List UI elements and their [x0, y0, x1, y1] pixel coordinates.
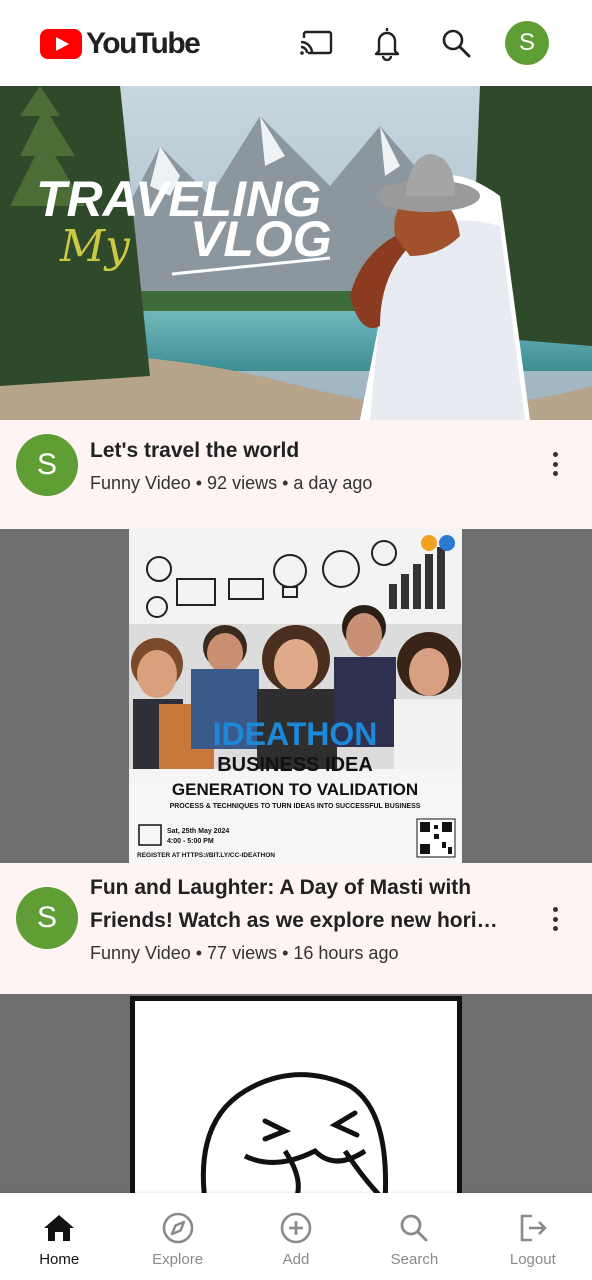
nav-label: Search	[390, 1251, 439, 1268]
add-circle-icon	[279, 1211, 313, 1245]
poster-register: REGISTER AT HTTPS://BIT.LY/CC-IDEATHON	[137, 852, 275, 859]
cast-icon[interactable]	[297, 24, 335, 62]
video-subtitle: Funny Video • 77 views • 16 hours ago	[90, 943, 399, 963]
video-thumbnail[interactable]	[0, 994, 592, 1193]
nav-logout[interactable]: Logout	[474, 1193, 592, 1280]
video-title[interactable]: Fun and Laughter: A Day of Masti with Fr…	[90, 871, 530, 937]
nav-search[interactable]: Search	[355, 1193, 473, 1280]
video-title[interactable]: Let's travel the world	[90, 434, 530, 467]
logo-text: YouTube	[86, 27, 201, 60]
bell-icon[interactable]	[368, 24, 406, 62]
poster-line2: GENERATION TO VALIDATION	[172, 780, 418, 799]
nav-label: Explore	[152, 1251, 204, 1268]
youtube-logo[interactable]: YouTube	[40, 27, 201, 61]
nav-label: Home	[39, 1251, 80, 1268]
video-subtitle: Funny Video • 92 views • a day ago	[90, 473, 373, 493]
video-thumbnail[interactable]: TRAVELING My VLOG	[0, 86, 592, 420]
account-avatar[interactable]: S	[505, 21, 549, 65]
logout-icon	[516, 1211, 550, 1245]
video-card-meta[interactable]: S Fun and Laughter: A Day of Masti with …	[0, 863, 592, 994]
top-app-bar: YouTube S	[0, 0, 592, 86]
video-card-meta[interactable]: S Let's travel the world Funny Video • 9…	[0, 420, 592, 529]
ideathon-poster: IDEATHON BUSINESS IDEA GENERATION TO VAL…	[129, 529, 462, 863]
channel-avatar[interactable]: S	[16, 434, 78, 496]
youtube-play-icon	[40, 29, 82, 59]
nav-explore[interactable]: Explore	[118, 1193, 236, 1280]
more-options-icon[interactable]	[544, 446, 566, 482]
thumb-script: My	[59, 221, 131, 272]
nav-label: Logout	[509, 1251, 556, 1268]
search-icon[interactable]	[437, 24, 475, 62]
poster-headline: IDEATHON	[213, 716, 378, 752]
meme-image	[130, 996, 462, 1193]
video-thumbnail[interactable]: IDEATHON BUSINESS IDEA GENERATION TO VAL…	[0, 529, 592, 863]
poster-line3: PROCESS & TECHNIQUES TO TURN IDEAS INTO …	[170, 803, 421, 810]
search-icon	[397, 1211, 431, 1245]
compass-icon	[161, 1211, 195, 1245]
nav-label: Add	[282, 1251, 310, 1268]
poster-line1: BUSINESS IDEA	[217, 754, 373, 776]
nav-add[interactable]: Add	[237, 1193, 355, 1280]
home-icon	[42, 1211, 76, 1245]
travel-vlog-image: TRAVELING My VLOG	[0, 86, 592, 420]
channel-avatar[interactable]: S	[16, 887, 78, 949]
nav-home[interactable]: Home	[0, 1193, 118, 1280]
more-options-icon[interactable]	[544, 901, 566, 937]
poster-time: 4:00 - 5:00 PM	[167, 838, 214, 845]
bottom-navigation: Home Explore Add Search Logout	[0, 1193, 592, 1280]
poster-date: Sat, 25th May 2024	[167, 828, 229, 835]
